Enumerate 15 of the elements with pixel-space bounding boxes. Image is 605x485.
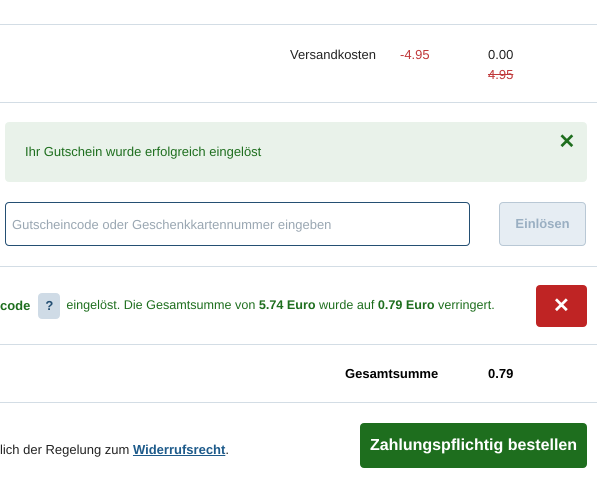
withdrawal-link[interactable]: Widerrufsrecht (132, 442, 226, 457)
order-button[interactable]: Zahlungspflichtig bestellen (360, 423, 587, 468)
shipping-label: Versandkosten (290, 46, 378, 64)
shipping-price: 0.00 (488, 46, 514, 64)
total-label: Gesamtsumme (345, 364, 440, 383)
redeemed-message: eingelöst. Die Gesamtsumme von 5.74 Euro wurde auf 0.79 Euro verringert. (66, 297, 495, 314)
help-badge[interactable]: ? (38, 292, 60, 318)
old-shipping-price: 4.95 (488, 66, 514, 84)
shipping-discount: -4.95 (400, 46, 431, 64)
alert-message: Ihr Gutschein wurde erfolgreich eingelöst (25, 143, 262, 162)
close-button[interactable]: ✕ (555, 130, 579, 154)
remove-voucher-button[interactable]: ✕ (536, 284, 587, 326)
voucher-code: code (0, 296, 30, 315)
total-value: 0.79 (488, 364, 514, 383)
legal-note: lich der Regelung zum Widerrufsrecht. (0, 440, 229, 459)
